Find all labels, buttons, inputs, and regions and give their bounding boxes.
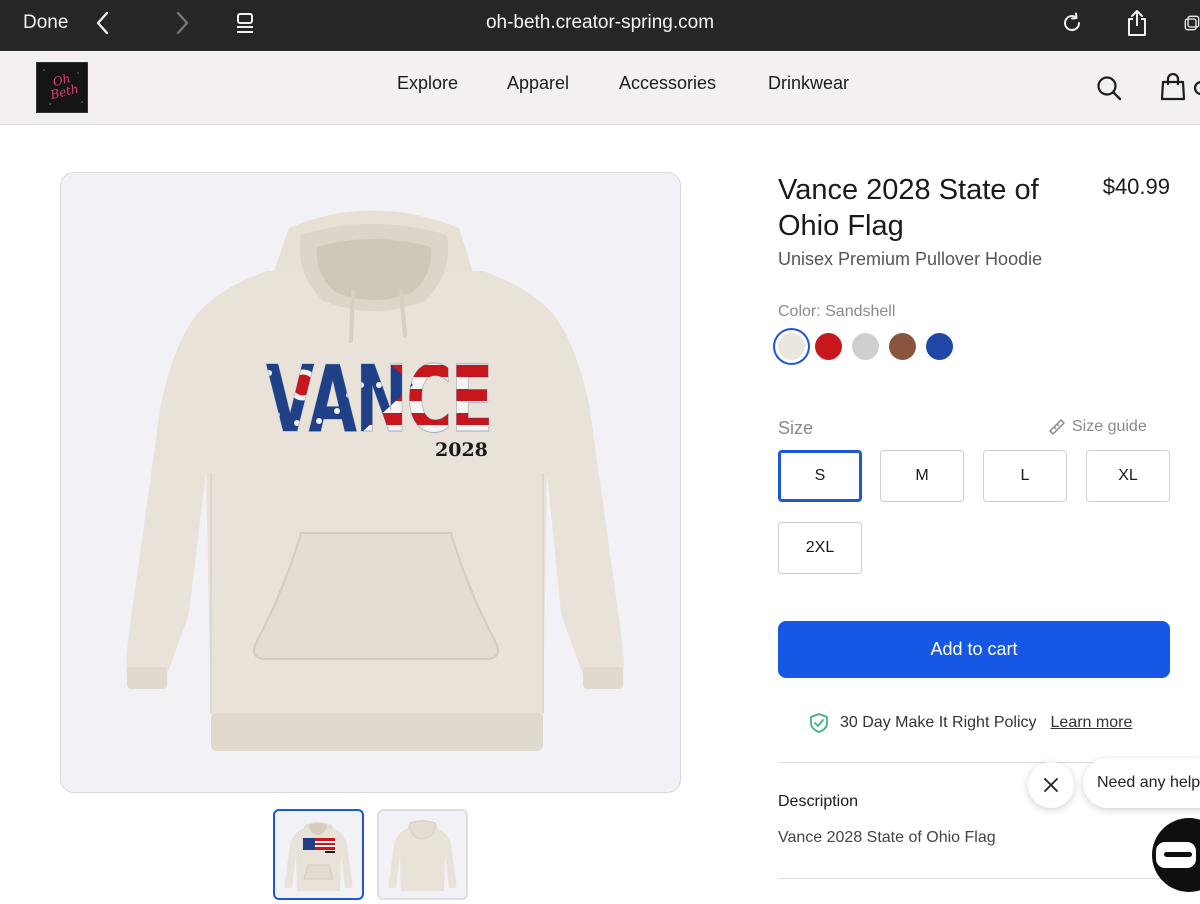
size-label: Size (778, 418, 814, 438)
shopping-bag-icon[interactable] (1161, 73, 1200, 106)
chat-launcher-button[interactable] (1152, 818, 1200, 892)
nav-apparel[interactable]: Apparel (507, 73, 569, 94)
store-logo[interactable]: Oh Beth (36, 62, 88, 113)
color-swatch-brown[interactable] (889, 333, 916, 360)
hoodie-illustration: VANCE 2028 (126, 210, 624, 751)
chat-prompt-bubble[interactable]: Need any help? (1083, 758, 1200, 808)
size-option-2xl[interactable]: 2XL (778, 522, 862, 574)
description-text: Vance 2028 State of Ohio Flag (778, 829, 996, 846)
nav-accessories[interactable]: Accessories (619, 73, 716, 94)
color-swatch-grey[interactable] (852, 333, 879, 360)
description-label[interactable]: Description (778, 793, 858, 811)
url-text[interactable]: oh-beth.creator-spring.com (486, 12, 714, 33)
color-label: Color: Sandshell (778, 303, 896, 320)
reload-icon[interactable] (1060, 9, 1084, 37)
size-option-m[interactable]: M (880, 450, 964, 502)
size-guide-label[interactable]: Size guide (1072, 418, 1147, 436)
tabs-icon[interactable] (1184, 9, 1200, 37)
vance-word: VANCE (266, 346, 492, 453)
site-header: Oh Beth Explore Apparel Accessories Drin… (0, 51, 1200, 125)
size-option-xl[interactable]: XL (1086, 450, 1170, 502)
nav-drinkwear[interactable]: Drinkwear (768, 73, 849, 94)
reader-menu-icon[interactable] (234, 9, 256, 37)
share-icon[interactable] (1124, 9, 1150, 37)
chat-bubble-icon (1156, 842, 1196, 868)
size-option-s[interactable]: S (778, 450, 862, 502)
logo-text: Oh Beth (48, 71, 80, 103)
design-year: 2028 (435, 439, 488, 461)
product-title: Vance 2028 State of Ohio Flag (778, 174, 1039, 242)
thumbnail-back[interactable] (377, 809, 468, 900)
hoodie-front-thumb (284, 822, 353, 891)
policy-row: 30 Day Make It Right Policy Learn more (808, 712, 1132, 734)
back-chevron-icon[interactable] (92, 9, 112, 37)
close-icon (1044, 778, 1058, 792)
learn-more-link[interactable]: Learn more (1051, 714, 1133, 732)
ruler-icon (1049, 419, 1065, 435)
product-main-image[interactable]: VANCE 2028 (60, 172, 681, 793)
policy-text: 30 Day Make It Right Policy (840, 714, 1037, 731)
browser-toolbar: Done oh-beth.creator-spring.com (0, 0, 1200, 51)
divider-bottom (778, 878, 1200, 879)
search-icon[interactable] (1096, 75, 1122, 106)
done-button[interactable]: Done (23, 12, 68, 34)
add-to-cart-button[interactable]: Add to cart (778, 621, 1170, 678)
product-price: $40.99 (1102, 174, 1170, 199)
product-subtitle: Unisex Premium Pullover Hoodie (778, 249, 1043, 269)
color-swatch-red[interactable] (815, 333, 842, 360)
chat-close-button[interactable] (1028, 762, 1074, 808)
nav-explore[interactable]: Explore (397, 73, 458, 94)
chat-prompt-text: Need any help? (1097, 774, 1200, 791)
size-option-l[interactable]: L (983, 450, 1067, 502)
shield-check-icon (810, 713, 828, 733)
color-swatch-sandshell[interactable] (778, 333, 805, 360)
hoodie-back-thumb (388, 820, 457, 891)
size-guide-link[interactable]: Size guide (1048, 418, 1147, 436)
thumbnail-front[interactable] (273, 809, 364, 900)
color-swatch-blue[interactable] (926, 333, 953, 360)
forward-chevron-icon[interactable] (173, 9, 193, 37)
